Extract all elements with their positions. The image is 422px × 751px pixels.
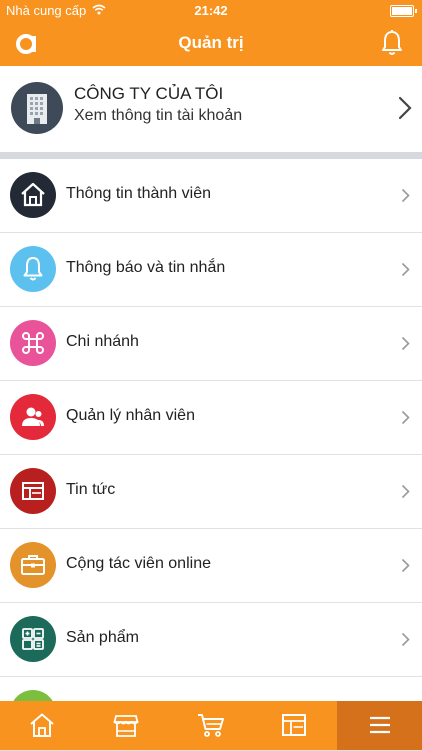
menu-item-collaborators[interactable]: Cộng tác viên online (0, 529, 422, 603)
news-icon (10, 468, 56, 514)
users-icon (10, 394, 56, 440)
store-icon (113, 715, 139, 737)
chevron-right-icon (401, 632, 410, 647)
chevron-right-icon (401, 558, 410, 573)
status-bar: Nhà cung cấp 21:42 (0, 0, 422, 22)
bell-icon (10, 246, 56, 292)
home-icon (30, 713, 54, 737)
chevron-right-icon (401, 262, 410, 277)
menu-item-label: Cộng tác viên online (66, 555, 211, 572)
menu-item-products[interactable]: Sản phẩm (0, 603, 422, 677)
menu-item-news[interactable]: Tin tức (0, 455, 422, 529)
cart-icon (198, 714, 224, 737)
menu-item-label: Sản phẩm (66, 629, 139, 646)
menu-item-label: Tin tức (66, 481, 116, 498)
calculator-icon (10, 616, 56, 662)
layout-icon (282, 714, 306, 736)
company-subtitle: Xem thông tin tài khoản (74, 107, 243, 124)
section-divider (0, 152, 422, 159)
building-icon (11, 82, 63, 134)
menu-item-branches[interactable]: Chi nhánh (0, 307, 422, 381)
company-name: CÔNG TY CỦA TÔI (74, 84, 224, 103)
tab-layout[interactable] (252, 701, 336, 750)
tab-menu[interactable] (337, 701, 422, 750)
briefcase-icon (10, 542, 56, 588)
tab-home[interactable] (0, 701, 84, 750)
battery-icon (390, 5, 417, 17)
tab-store[interactable] (84, 701, 168, 750)
nav-bar: Quản trị (0, 22, 422, 66)
menu-item-label: Thông tin thành viên (66, 185, 211, 202)
status-time: 21:42 (194, 3, 228, 18)
chevron-right-icon (401, 484, 410, 499)
home-icon (10, 172, 56, 218)
menu-item-label: Chi nhánh (66, 333, 139, 350)
tab-bar (0, 701, 422, 750)
menu-item-label: Thông báo và tin nhắn (66, 259, 226, 276)
chevron-right-icon (401, 188, 410, 203)
menu-item-notifications[interactable]: Thông báo và tin nhắn (0, 233, 422, 307)
chevron-right-icon (401, 410, 410, 425)
chevron-right-icon (398, 96, 412, 120)
bell-icon[interactable] (380, 29, 404, 57)
menu-item-label: Quản lý nhân viên (66, 407, 195, 424)
company-card[interactable]: CÔNG TY CỦA TÔI Xem thông tin tài khoản (0, 66, 422, 152)
menu-list: Thông tin thành viên Thông báo và tin nh… (0, 159, 422, 751)
menu-item-staff[interactable]: Quản lý nhân viên (0, 381, 422, 455)
menu-item-member-info[interactable]: Thông tin thành viên (0, 159, 422, 233)
tab-cart[interactable] (168, 701, 252, 750)
top-bar: Nhà cung cấp 21:42 Quản trị (0, 0, 422, 66)
chevron-right-icon (401, 336, 410, 351)
menu-icon (370, 716, 390, 734)
command-icon (10, 320, 56, 366)
page-title: Quản trị (178, 33, 244, 52)
